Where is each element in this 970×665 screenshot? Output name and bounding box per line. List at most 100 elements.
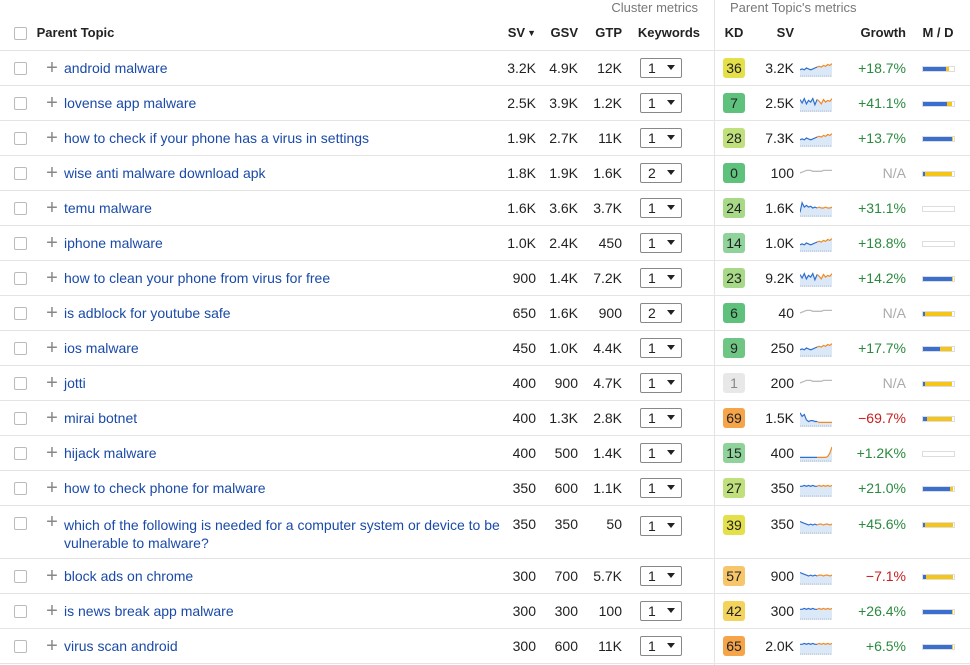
- row-checkbox[interactable]: [13, 237, 27, 251]
- row-checkbox[interactable]: [13, 640, 27, 654]
- topic-link[interactable]: how to check phone for malware: [64, 480, 266, 496]
- keywords-dropdown[interactable]: 1: [640, 600, 682, 621]
- topic-link[interactable]: ios malware: [64, 340, 139, 356]
- expand-icon[interactable]: +: [40, 593, 64, 629]
- topic-link[interactable]: block ads on chrome: [64, 568, 193, 584]
- keywords-dropdown[interactable]: 1: [640, 477, 682, 498]
- trend-sparkline[interactable]: [794, 435, 838, 471]
- row-checkbox[interactable]: [13, 272, 27, 286]
- kd-header[interactable]: KD: [714, 16, 754, 51]
- trend-sparkline[interactable]: [794, 155, 838, 191]
- keywords-dropdown[interactable]: 1: [640, 442, 682, 463]
- trend-sparkline[interactable]: [794, 365, 838, 401]
- keywords-dropdown[interactable]: 1: [640, 197, 682, 218]
- topic-cell: is adblock for youtube safe: [64, 295, 504, 331]
- expand-icon[interactable]: +: [40, 260, 64, 296]
- expand-icon[interactable]: +: [40, 190, 64, 226]
- row-checkbox[interactable]: [13, 202, 27, 216]
- gtp-header[interactable]: GTP: [578, 16, 622, 51]
- trend-sparkline[interactable]: [794, 470, 838, 506]
- row-checkbox[interactable]: [13, 62, 27, 76]
- keywords-dropdown[interactable]: 1: [640, 267, 682, 288]
- expand-icon[interactable]: +: [40, 50, 64, 86]
- keywords-dropdown[interactable]: 1: [640, 515, 682, 536]
- topic-link[interactable]: hijack malware: [64, 445, 157, 461]
- row-checkbox[interactable]: [13, 342, 27, 356]
- trend-sparkline[interactable]: [794, 50, 838, 86]
- kd-badge: 42: [723, 600, 745, 621]
- keywords-dropdown[interactable]: 1: [640, 337, 682, 358]
- topic-link[interactable]: which of the following is needed for a c…: [64, 517, 500, 551]
- expand-icon[interactable]: +: [40, 295, 64, 331]
- keywords-dropdown[interactable]: 1: [640, 565, 682, 586]
- row-checkbox[interactable]: [13, 482, 27, 496]
- expand-icon[interactable]: +: [40, 330, 64, 366]
- sv-header[interactable]: SV ▼: [504, 16, 536, 51]
- expand-icon[interactable]: +: [40, 470, 64, 506]
- growth-header[interactable]: Growth: [838, 16, 906, 51]
- trend-sparkline[interactable]: [794, 260, 838, 296]
- keywords-header[interactable]: Keywords: [622, 16, 700, 51]
- topic-link[interactable]: iphone malware: [64, 235, 163, 251]
- expand-icon[interactable]: +: [40, 155, 64, 191]
- trend-sparkline[interactable]: [794, 628, 838, 664]
- row-checkbox[interactable]: [13, 132, 27, 146]
- topic-link[interactable]: how to clean your phone from virus for f…: [64, 270, 330, 286]
- expand-icon[interactable]: +: [40, 85, 64, 121]
- topic-link[interactable]: virus scan android: [64, 638, 178, 654]
- expand-icon[interactable]: +: [40, 120, 64, 156]
- trend-sparkline[interactable]: [794, 593, 838, 629]
- trend-sparkline[interactable]: [794, 120, 838, 156]
- row-checkbox[interactable]: [13, 447, 27, 461]
- row-checkbox[interactable]: [13, 412, 27, 426]
- topic-link[interactable]: is adblock for youtube safe: [64, 305, 231, 321]
- topic-link[interactable]: how to check if your phone has a virus i…: [64, 130, 369, 146]
- row-checkbox[interactable]: [13, 377, 27, 391]
- parent-sv-header[interactable]: SV: [754, 16, 794, 51]
- keywords-dropdown[interactable]: 1: [640, 57, 682, 78]
- expand-icon[interactable]: +: [40, 505, 64, 559]
- row-checkbox[interactable]: [13, 97, 27, 111]
- trend-sparkline[interactable]: [794, 190, 838, 226]
- keywords-dropdown[interactable]: 2: [640, 162, 682, 183]
- trend-sparkline[interactable]: [794, 505, 838, 559]
- row-checkbox[interactable]: [13, 167, 27, 181]
- parent-topic-header[interactable]: Parent Topic: [37, 25, 115, 40]
- expand-icon[interactable]: +: [40, 365, 64, 401]
- keywords-dropdown[interactable]: 1: [640, 127, 682, 148]
- expand-icon[interactable]: +: [40, 628, 64, 664]
- keywords-dropdown[interactable]: 1: [640, 635, 682, 656]
- trend-sparkline[interactable]: [794, 400, 838, 436]
- trend-sparkline[interactable]: [794, 295, 838, 331]
- topic-link[interactable]: temu malware: [64, 200, 152, 216]
- expand-icon[interactable]: +: [40, 435, 64, 471]
- keywords-dropdown[interactable]: 1: [640, 407, 682, 428]
- trend-sparkline[interactable]: [794, 225, 838, 261]
- row-checkbox[interactable]: [13, 605, 27, 619]
- expand-icon[interactable]: +: [40, 558, 64, 594]
- expand-icon[interactable]: +: [40, 225, 64, 261]
- keywords-dropdown[interactable]: 1: [640, 232, 682, 253]
- keywords-dropdown[interactable]: 2: [640, 302, 682, 323]
- topic-link[interactable]: lovense app malware: [64, 95, 196, 111]
- kd-badge: 65: [723, 635, 745, 656]
- row-checkbox[interactable]: [13, 307, 27, 321]
- keywords-dropdown[interactable]: 1: [640, 92, 682, 113]
- trend-sparkline[interactable]: [794, 85, 838, 121]
- md-header[interactable]: M / D: [906, 16, 970, 51]
- mobile-desktop-bar: [921, 100, 955, 107]
- keywords-dropdown[interactable]: 1: [640, 372, 682, 393]
- trend-sparkline[interactable]: [794, 330, 838, 366]
- topic-link[interactable]: wise anti malware download apk: [64, 165, 266, 181]
- gsv-header[interactable]: GSV: [536, 16, 578, 51]
- topic-link[interactable]: mirai botnet: [64, 410, 137, 426]
- topic-link[interactable]: android malware: [64, 60, 168, 76]
- sv-cell: 400: [504, 400, 536, 436]
- expand-icon[interactable]: +: [40, 400, 64, 436]
- select-all-checkbox[interactable]: [14, 27, 27, 41]
- row-checkbox[interactable]: [13, 517, 27, 531]
- trend-sparkline[interactable]: [794, 558, 838, 594]
- topic-link[interactable]: is news break app malware: [64, 603, 234, 619]
- topic-link[interactable]: jotti: [64, 375, 86, 391]
- row-checkbox[interactable]: [13, 570, 27, 584]
